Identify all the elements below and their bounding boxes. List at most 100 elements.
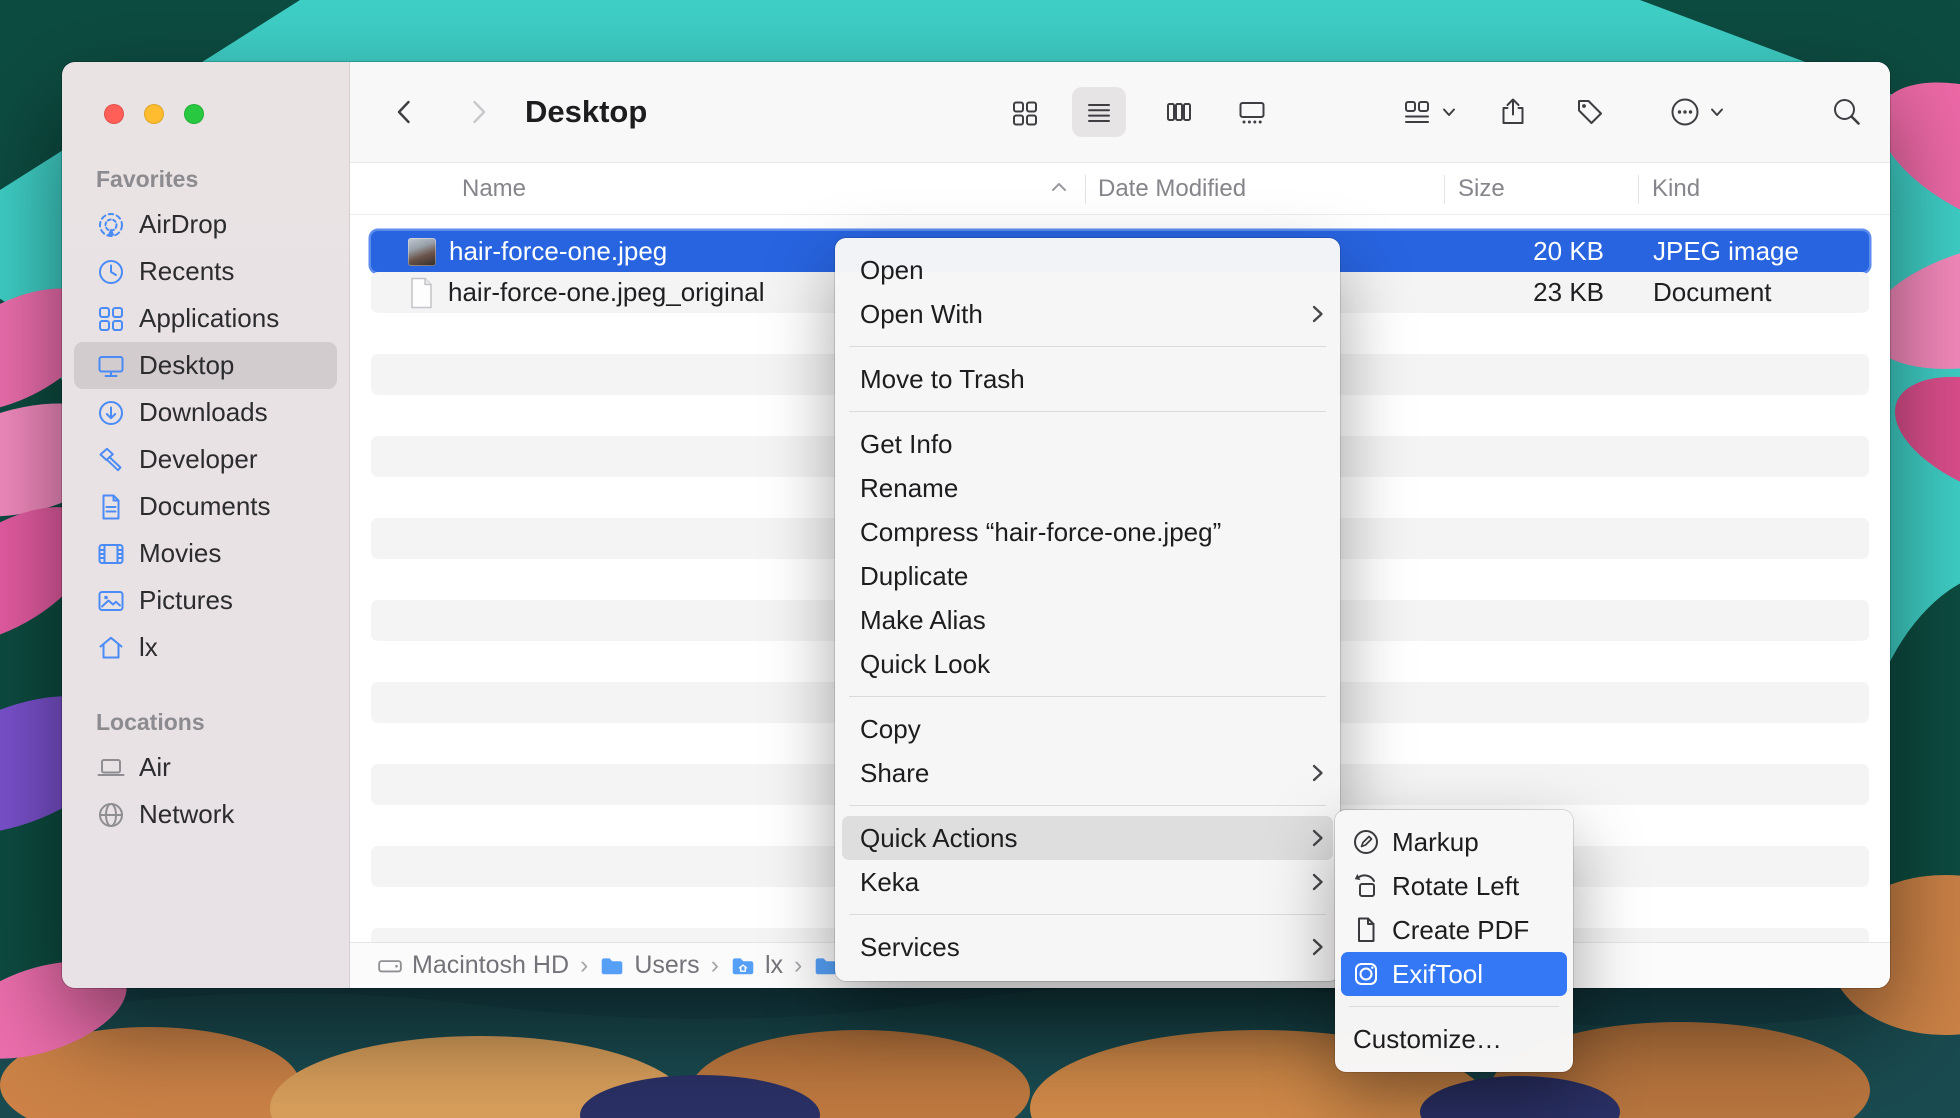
breadcrumb-macintosh-hd[interactable]: Macintosh HD [377, 951, 569, 980]
sidebar-item-label: Network [139, 799, 234, 830]
minimize-window-button[interactable] [144, 104, 164, 124]
breadcrumb-users[interactable]: Users [599, 951, 699, 980]
sidebar-item-airdrop[interactable]: AirDrop [74, 201, 337, 248]
view-columns-button[interactable] [1152, 87, 1206, 137]
submenu-item-customize[interactable]: Customize… [1341, 1017, 1567, 1061]
menu-item-rename[interactable]: Rename [835, 466, 1340, 510]
exiftool-icon [1351, 959, 1381, 989]
share-icon [1496, 95, 1530, 129]
menu-item-label: Move to Trash [860, 364, 1324, 395]
share-button[interactable] [1486, 87, 1540, 137]
view-gallery-button[interactable] [1225, 87, 1279, 137]
column-divider[interactable] [1085, 175, 1086, 204]
file-name: hair-force-one.jpeg [449, 236, 667, 267]
context-menu: Open Open With Move to Trash Get Info Re… [835, 238, 1340, 981]
sidebar-item-movies[interactable]: Movies [74, 530, 337, 577]
breadcrumb-separator [708, 951, 722, 980]
column-header-size[interactable]: Size [1458, 163, 1505, 214]
menu-separator [849, 696, 1326, 697]
globe-icon [96, 800, 126, 830]
menu-separator [849, 914, 1326, 915]
airdrop-icon [96, 210, 126, 240]
hard-drive-icon [377, 953, 403, 979]
column-divider[interactable] [1444, 175, 1445, 204]
menu-item-duplicate[interactable]: Duplicate [835, 554, 1340, 598]
menu-item-keka[interactable]: Keka [835, 860, 1340, 904]
grid-view-icon [1008, 95, 1042, 129]
sidebar-item-applications[interactable]: Applications [74, 295, 337, 342]
menu-item-label: Services [860, 932, 1311, 963]
sidebar-item-air[interactable]: Air [74, 744, 337, 791]
home-icon [96, 633, 126, 663]
menu-item-share[interactable]: Share [835, 751, 1340, 795]
view-grid-button[interactable] [998, 87, 1052, 137]
sidebar-item-documents[interactable]: Documents [74, 483, 337, 530]
menu-item-label: Copy [860, 714, 1324, 745]
menu-separator [1349, 1006, 1559, 1007]
submenu-chevron-icon [1311, 872, 1324, 892]
sidebar-item-downloads[interactable]: Downloads [74, 389, 337, 436]
group-by-button[interactable] [1380, 87, 1476, 137]
sidebar-item-pictures[interactable]: Pictures [74, 577, 337, 624]
sort-ascending-icon [1050, 181, 1068, 193]
sidebar-item-label: Recents [139, 256, 234, 287]
search-button[interactable] [1820, 87, 1874, 137]
more-actions-button[interactable] [1648, 87, 1744, 137]
column-header-kind[interactable]: Kind [1652, 163, 1700, 214]
menu-item-label: Rename [860, 473, 1324, 504]
menu-item-copy[interactable]: Copy [835, 707, 1340, 751]
breadcrumb-lx[interactable]: lx [730, 951, 783, 980]
submenu-item-rotate-left[interactable]: Rotate Left [1341, 864, 1567, 908]
menu-item-open-with[interactable]: Open With [835, 292, 1340, 336]
submenu-item-exiftool[interactable]: ExifTool [1341, 952, 1567, 996]
view-list-button[interactable] [1072, 87, 1126, 137]
sidebar-item-label: Desktop [139, 350, 234, 381]
column-header-name[interactable]: Name [462, 163, 526, 214]
submenu-item-markup[interactable]: Markup [1341, 820, 1567, 864]
quick-actions-submenu: Markup Rotate Left Create PDF ExifTool C… [1335, 810, 1573, 1072]
sidebar-item-developer[interactable]: Developer [74, 436, 337, 483]
ellipsis-circle-icon [1668, 95, 1702, 129]
menu-item-make-alias[interactable]: Make Alias [835, 598, 1340, 642]
menu-item-label: Duplicate [860, 561, 1324, 592]
menu-item-label: Make Alias [860, 605, 1324, 636]
menu-item-quick-look[interactable]: Quick Look [835, 642, 1340, 686]
menu-item-compress[interactable]: Compress “hair-force-one.jpeg” [835, 510, 1340, 554]
column-header-date-modified[interactable]: Date Modified [1098, 163, 1246, 214]
search-icon [1830, 95, 1864, 129]
sidebar-item-label: AirDrop [139, 209, 227, 240]
chevron-right-icon [461, 95, 495, 129]
menu-item-quick-actions[interactable]: Quick Actions [842, 816, 1333, 860]
file-size: 20 KB [1533, 236, 1604, 267]
submenu-chevron-icon [1311, 937, 1324, 957]
rotate-left-icon [1351, 871, 1381, 901]
sidebar: Favorites AirDrop Recents Applications [62, 62, 350, 988]
menu-separator [849, 411, 1326, 412]
back-button[interactable] [378, 87, 432, 137]
group-by-icon [1400, 95, 1434, 129]
blank-document-icon [408, 277, 434, 309]
sidebar-item-network[interactable]: Network [74, 791, 337, 838]
tag-button[interactable] [1563, 87, 1617, 137]
menu-separator [849, 805, 1326, 806]
close-window-button[interactable] [104, 104, 124, 124]
menu-item-label: Open [860, 255, 1324, 286]
file-size: 23 KB [1533, 277, 1604, 308]
menu-item-move-to-trash[interactable]: Move to Trash [835, 357, 1340, 401]
column-divider[interactable] [1638, 175, 1639, 204]
app-grid-icon [96, 304, 126, 334]
sidebar-item-lx-home[interactable]: lx [74, 624, 337, 671]
chevron-down-icon [1441, 106, 1457, 118]
submenu-item-create-pdf[interactable]: Create PDF [1341, 908, 1567, 952]
menu-item-get-info[interactable]: Get Info [835, 422, 1340, 466]
menu-item-label: Get Info [860, 429, 1324, 460]
menu-item-open[interactable]: Open [835, 248, 1340, 292]
folder-icon [599, 953, 625, 979]
sidebar-item-recents[interactable]: Recents [74, 248, 337, 295]
menu-item-services[interactable]: Services [835, 925, 1340, 969]
sidebar-item-desktop[interactable]: Desktop [74, 342, 337, 389]
submenu-item-label: Create PDF [1392, 915, 1529, 946]
breadcrumb-separator [577, 951, 591, 980]
zoom-window-button[interactable] [184, 104, 204, 124]
forward-button[interactable] [451, 87, 505, 137]
